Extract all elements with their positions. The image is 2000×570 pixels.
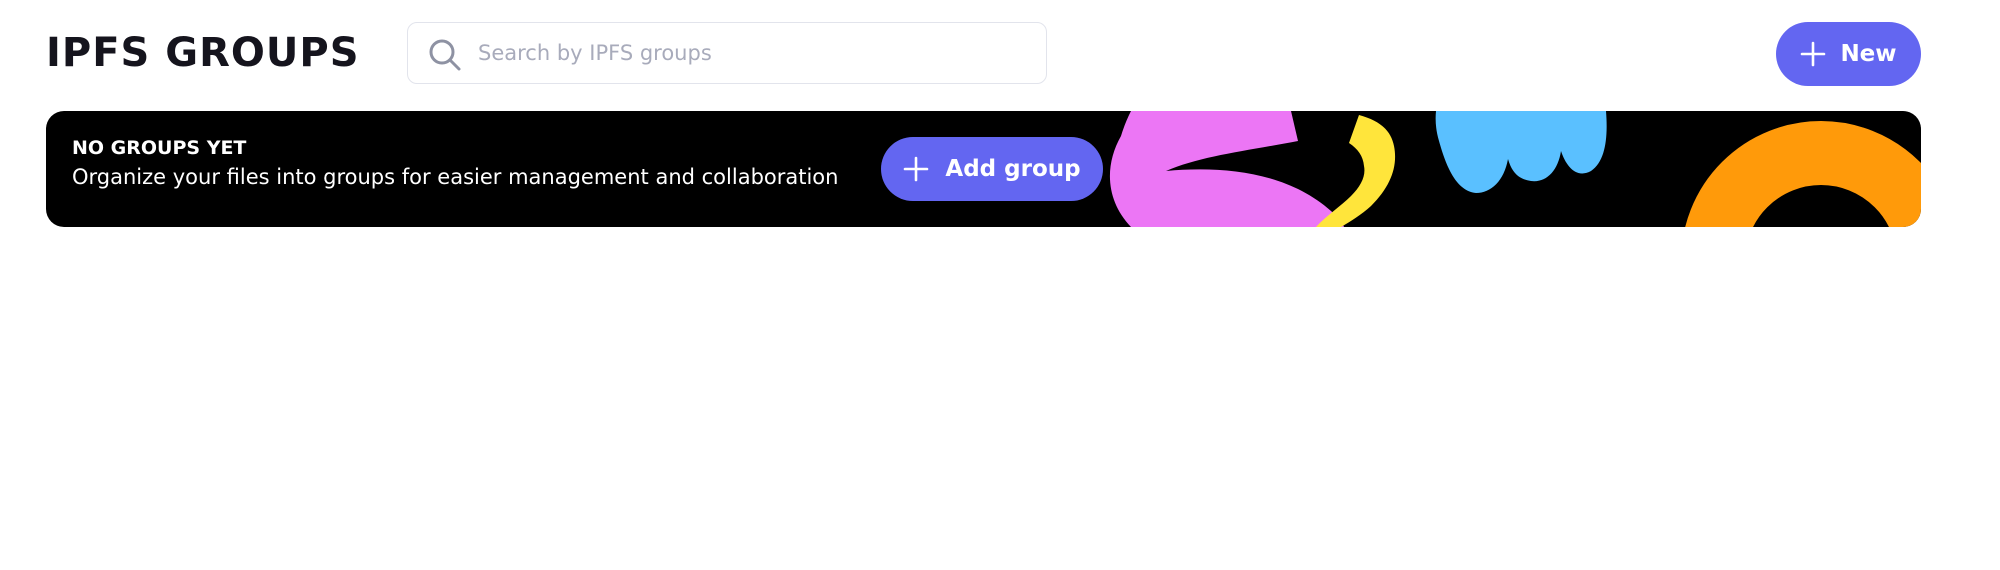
page-header: IPFS GROUPS New [46, 21, 1921, 87]
plus-icon [1801, 41, 1826, 67]
add-group-button[interactable]: Add group [881, 137, 1103, 201]
orange-ring-shape [1685, 121, 1921, 227]
new-button[interactable]: New [1776, 22, 1921, 86]
plus-icon [904, 156, 929, 182]
page-title: IPFS GROUPS [46, 30, 360, 76]
add-group-button-label: Add group [945, 156, 1081, 182]
empty-state-banner: NO GROUPS YET Organize your files into g… [46, 111, 1921, 227]
yellow-hook-shape [1316, 115, 1396, 227]
search-input[interactable] [478, 23, 1028, 82]
empty-state-description: Organize your files into groups for easi… [72, 165, 839, 189]
search-icon [429, 39, 461, 71]
empty-state-heading: NO GROUPS YET [72, 137, 247, 159]
blue-drips-shape [1435, 111, 1607, 193]
ipfs-groups-page: IPFS GROUPS New NO GROU [0, 0, 2000, 570]
search-box[interactable] [407, 22, 1047, 84]
pink-swirl-shape [1109, 111, 1344, 227]
new-button-label: New [1840, 41, 1897, 67]
